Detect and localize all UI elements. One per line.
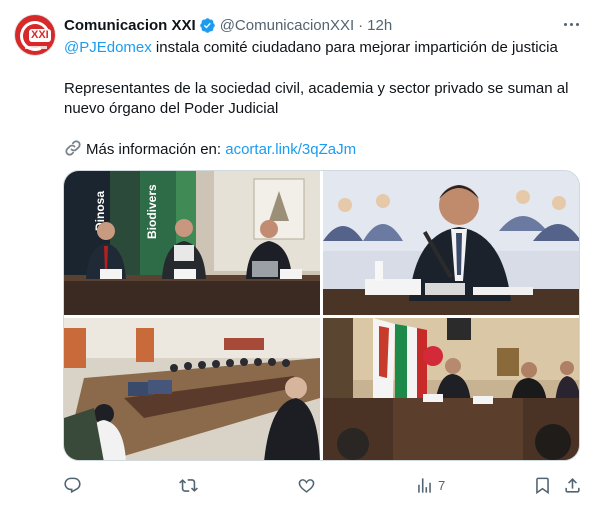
bookmark-button[interactable] — [533, 474, 552, 496]
reply-button[interactable] — [63, 474, 82, 496]
avatar-monogram: XXI — [29, 29, 51, 42]
photo-panel-banners[interactable]: Dinosa Biodivers — [64, 171, 320, 315]
avatar-underline — [25, 46, 47, 49]
media-grid[interactable]: Dinosa Biodivers — [63, 170, 580, 461]
photo-2-illustration — [323, 171, 579, 315]
tweet-timestamp[interactable]: 12h — [367, 17, 392, 34]
retweet-button[interactable] — [179, 474, 198, 496]
tweet-headline: instala comité ciudadano para mejorar im… — [151, 39, 558, 56]
views-icon — [418, 477, 431, 493]
tweet-header: Comunicacion XXI @ComunicacionXXI · 12h — [64, 15, 392, 35]
like-button[interactable] — [297, 474, 316, 496]
share-icon — [565, 477, 580, 493]
photo-speaker[interactable] — [323, 171, 579, 315]
avatar[interactable]: XXI — [14, 14, 56, 56]
share-button[interactable] — [563, 474, 582, 496]
verified-badge-icon — [199, 17, 215, 33]
tweet-text-line1: @PJEdomex instala comité ciudadano para … — [64, 38, 558, 58]
tweet-text-line3: nuevo órgano del Poder Judicial — [64, 100, 279, 117]
photo-3-illustration — [64, 318, 320, 460]
mention-link[interactable]: @PJEdomex — [64, 39, 152, 56]
more-options-icon[interactable] — [561, 16, 581, 32]
photo-4-illustration — [323, 318, 579, 460]
tweet-card[interactable]: XXI Comunicacion XXI @ComunicacionXXI · … — [0, 0, 598, 507]
external-link[interactable]: acortar.link/3qZaJm — [225, 141, 356, 158]
tweet-text-line2: Representantes de la sociedad civil, aca… — [64, 80, 569, 97]
bookmark-icon — [536, 477, 549, 494]
link-chain-icon — [65, 140, 81, 156]
photo-table-flags[interactable] — [323, 318, 579, 460]
retweet-icon — [179, 478, 198, 492]
reply-icon — [64, 477, 81, 493]
views-button[interactable]: 7 — [415, 474, 445, 496]
banner-right-text: Biodivers — [145, 184, 159, 239]
header-separator: · — [358, 16, 364, 34]
author-handle[interactable]: @ComunicacionXXI — [220, 17, 354, 34]
author-name[interactable]: Comunicacion XXI — [64, 17, 196, 34]
views-count: 7 — [438, 477, 446, 493]
more-info-label: Más información en: — [86, 141, 226, 158]
like-icon — [298, 478, 315, 493]
tweet-text-line4: Más información en: acortar.link/3qZaJm — [64, 139, 356, 160]
photo-conference-room[interactable] — [64, 318, 320, 460]
photo-1-illustration: Dinosa Biodivers — [64, 171, 320, 315]
action-bar: 7 — [63, 474, 583, 496]
